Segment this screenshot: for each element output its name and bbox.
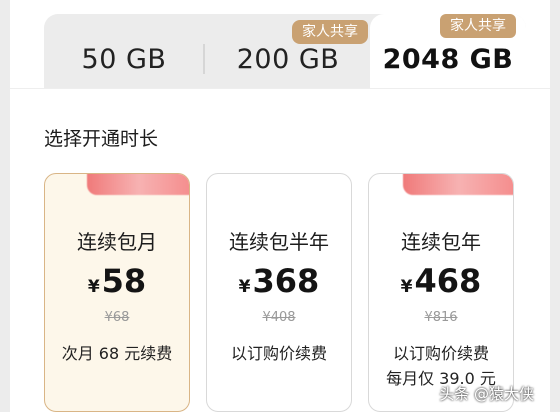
price-amount: 468 bbox=[414, 262, 482, 300]
family-share-badge: 家人共享 bbox=[292, 20, 368, 44]
plan-price: ¥468 bbox=[369, 262, 513, 300]
promo-tag bbox=[87, 174, 189, 195]
currency-symbol: ¥ bbox=[400, 277, 413, 297]
tab-50gb[interactable]: 50 GB bbox=[44, 14, 204, 88]
tab-2048gb-label: 2048 GB bbox=[382, 44, 514, 75]
renewal-note: 以订购价续费 bbox=[230, 344, 327, 363]
promo-tag bbox=[403, 174, 513, 195]
plan-price: ¥368 bbox=[207, 262, 351, 300]
plan-name: 连续包半年 bbox=[229, 230, 329, 254]
storage-plan-page: 50 GB 家人共享 200 GB 家人共享 2048 GB 选择开通时长 连续… bbox=[10, 0, 550, 412]
original-price: ¥68 bbox=[104, 310, 130, 325]
plan-card-half-year[interactable]: 连续包半年 ¥368 ¥408 以订购价续费 bbox=[206, 173, 352, 412]
family-share-badge: 家人共享 bbox=[440, 14, 516, 38]
plan-price: ¥58 bbox=[45, 262, 189, 300]
price-amount: 368 bbox=[252, 262, 320, 300]
renewal-note: 以订购价续费 bbox=[392, 344, 489, 363]
original-price: ¥408 bbox=[262, 310, 296, 325]
tab-200gb-label: 200 GB bbox=[236, 44, 340, 75]
currency-symbol: ¥ bbox=[238, 277, 251, 297]
tab-50gb-label: 50 GB bbox=[81, 44, 167, 75]
plan-name: 连续包年 bbox=[401, 230, 481, 254]
renewal-note: 次月 68 元续费 bbox=[61, 344, 173, 363]
section-divider bbox=[10, 88, 550, 89]
watermark: 头条 @猿大侠 bbox=[439, 385, 534, 403]
price-amount: 58 bbox=[101, 262, 147, 300]
storage-size-tabs: 50 GB 家人共享 200 GB 家人共享 2048 GB bbox=[44, 14, 526, 88]
currency-symbol: ¥ bbox=[87, 277, 100, 297]
tab-200gb[interactable]: 家人共享 200 GB bbox=[204, 14, 372, 88]
plan-card-yearly[interactable]: 连续包年 ¥468 ¥816 以订购价续费 每月仅 39.0 元 bbox=[368, 173, 514, 412]
plan-name: 连续包月 bbox=[77, 230, 157, 254]
plan-card-monthly[interactable]: 连续包月 ¥58 ¥68 次月 68 元续费 bbox=[44, 173, 190, 412]
tab-2048gb[interactable]: 家人共享 2048 GB bbox=[370, 14, 526, 88]
section-title: 选择开通时长 bbox=[44, 128, 159, 150]
original-price: ¥816 bbox=[424, 310, 458, 325]
